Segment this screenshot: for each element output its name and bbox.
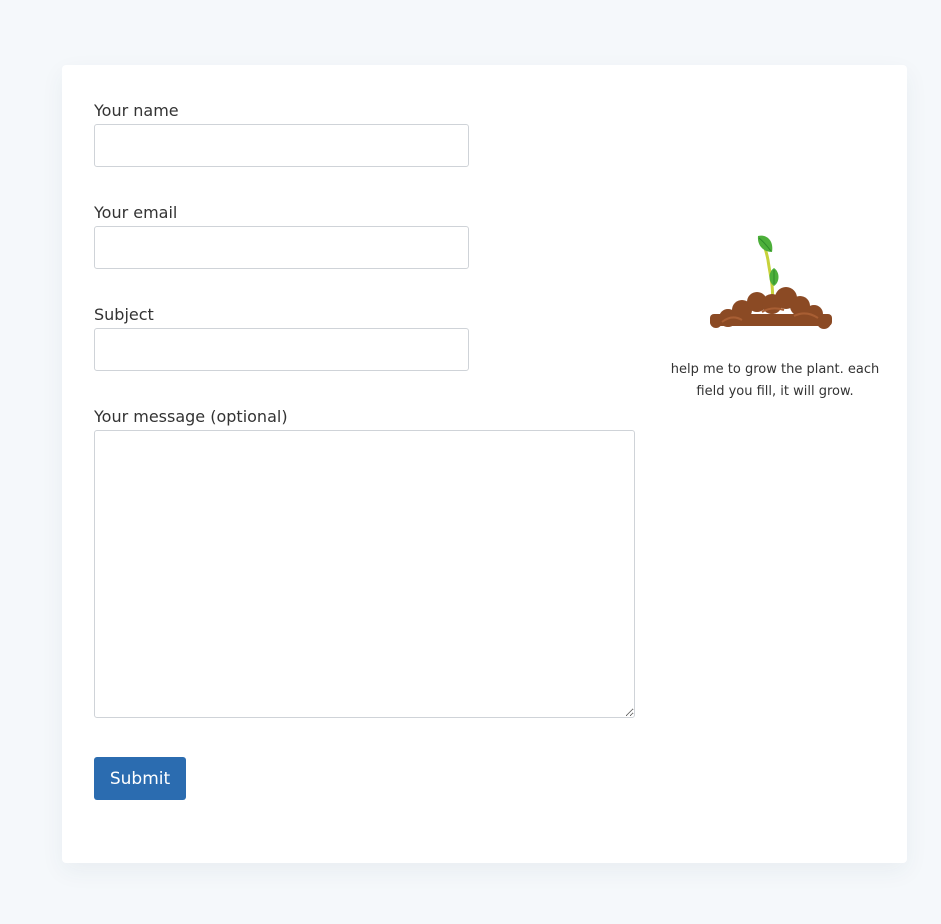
email-input[interactable] — [94, 226, 469, 269]
name-label: Your name — [94, 101, 179, 120]
email-label: Your email — [94, 203, 178, 222]
message-label: Your message (optional) — [94, 407, 288, 426]
message-textarea[interactable] — [94, 430, 635, 718]
plant-caption: help me to grow the plant. each field yo… — [670, 362, 880, 399]
name-input[interactable] — [94, 124, 469, 167]
contact-form-card: Your name Your email Subject Your messag… — [62, 65, 907, 863]
sprout-in-soil-icon — [702, 230, 842, 335]
submit-button[interactable]: Submit — [94, 757, 186, 800]
subject-input[interactable] — [94, 328, 469, 371]
subject-label: Subject — [94, 305, 154, 324]
